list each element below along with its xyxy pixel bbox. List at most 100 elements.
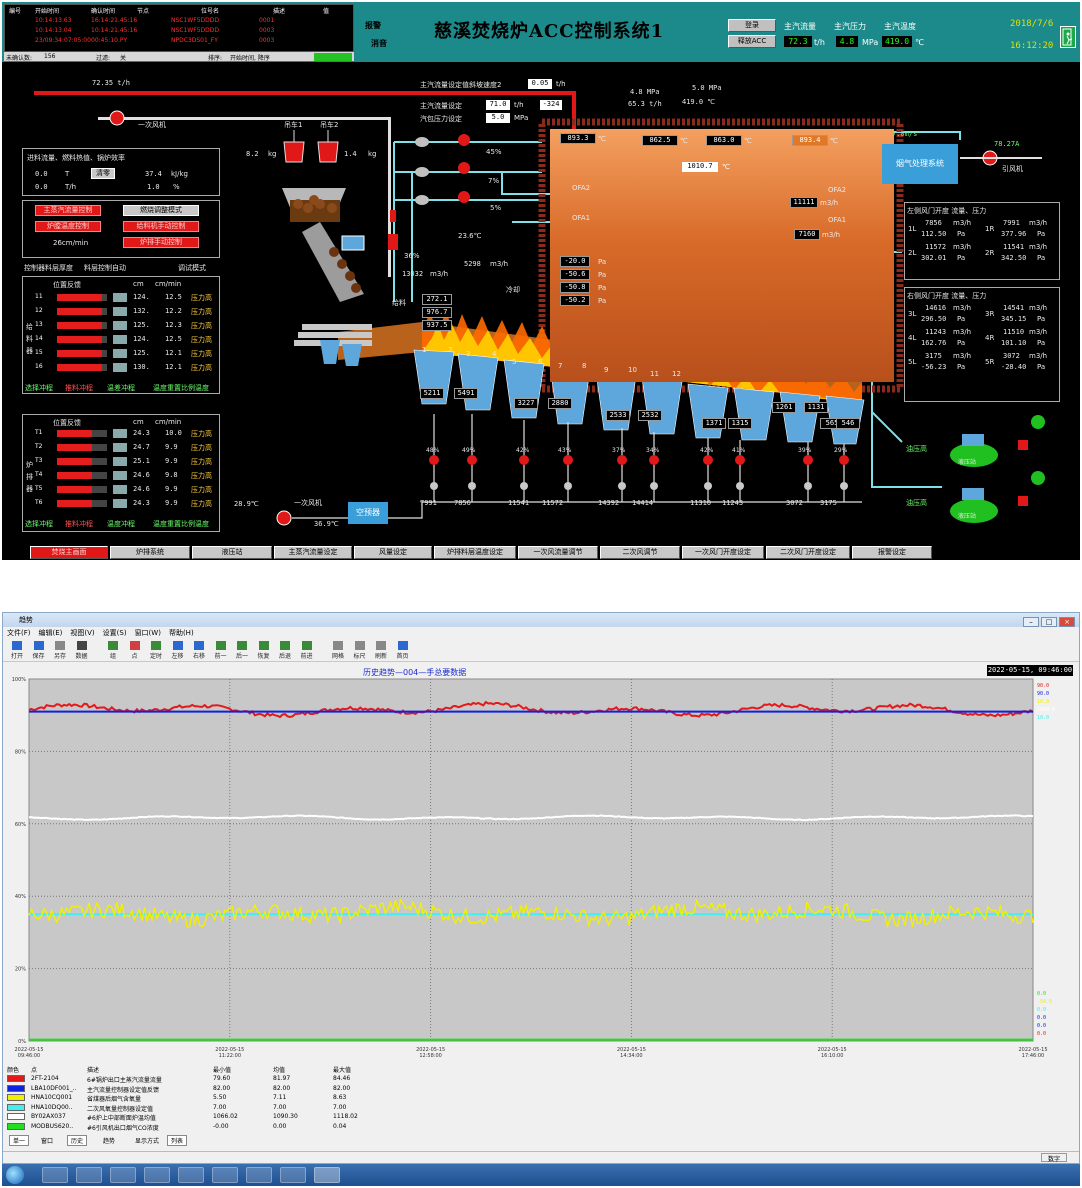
alarm-row[interactable]: 23/09:34:07:05:00 00:45:10.PY NPDC3DS01_…: [5, 37, 355, 46]
alarm-app-icon[interactable]: [178, 1167, 204, 1183]
network-icon[interactable]: [280, 1167, 306, 1183]
nav-button-8[interactable]: 一次风门开度设定: [682, 546, 764, 559]
alarm-button[interactable]: 报警: [365, 20, 381, 31]
toggle-switch[interactable]: [113, 443, 127, 452]
toggle-switch[interactable]: [113, 307, 127, 316]
position-bar-fill: [57, 322, 102, 329]
display-select[interactable]: 列表: [167, 1135, 188, 1146]
toolbar-button-10[interactable]: 后一: [232, 641, 252, 661]
position-bar: [57, 486, 107, 493]
toolbar-button-4[interactable]: 组: [103, 641, 123, 661]
trend-app-icon[interactable]: [314, 1167, 340, 1183]
legend-swatch: [7, 1113, 25, 1120]
app-icon[interactable]: [144, 1167, 170, 1183]
menu-item-0[interactable]: 文件(F): [7, 629, 31, 637]
toolbar-button-5[interactable]: 点: [125, 641, 145, 661]
position-bar: [57, 444, 107, 451]
combustion-mode-button[interactable]: 燃烧调整模式: [123, 205, 199, 216]
silence-button[interactable]: 消音: [371, 38, 387, 49]
toolbar-button-2[interactable]: 另存: [50, 641, 70, 661]
pressure-setpoint-input[interactable]: 5.0: [486, 113, 510, 123]
alarm-row[interactable]: 10:14:13.04 10:14:21.45:16 NSC1WF5DDDD 0…: [5, 27, 355, 36]
steam-flow-mode-button[interactable]: 主蒸汽流量控制: [35, 205, 101, 216]
package-icon[interactable]: [246, 1167, 272, 1183]
toolbar-button-0[interactable]: 打开: [7, 641, 27, 661]
flow-setpoint-input[interactable]: 71.0: [486, 100, 510, 110]
toggle-switch[interactable]: [113, 335, 127, 344]
clear-button[interactable]: 清零: [91, 168, 115, 179]
nav-button-1[interactable]: 炉排系统: [110, 546, 190, 559]
legend-row[interactable]: MODBUS620.. #6引风机出口烟气CO浓度 -0.00 0.00 0.04: [7, 1122, 427, 1132]
menu-item-5[interactable]: 帮助(H): [169, 629, 194, 637]
toolbar-button-7[interactable]: 左移: [168, 641, 188, 661]
maximize-button[interactable]: □: [1041, 617, 1057, 627]
monitor-icon[interactable]: [212, 1167, 238, 1183]
alarm-list[interactable]: 编号 开始时间 确认时间 节点 位号名 描述 值 10:14:13.63 16:…: [4, 4, 354, 52]
toolbar-button-11[interactable]: 恢复: [254, 641, 274, 661]
login-button[interactable]: 登录: [728, 19, 776, 32]
toggle-switch[interactable]: [113, 349, 127, 358]
nav-button-5[interactable]: 炉排料层温度设定: [434, 546, 516, 559]
toolbar-button-16[interactable]: 刷新: [371, 641, 391, 661]
nav-button-10[interactable]: 报警设定: [852, 546, 932, 559]
release-acc-button[interactable]: 释放ACC: [728, 35, 776, 48]
nav-button-7[interactable]: 二次风调节: [600, 546, 680, 559]
toolbar-button-3[interactable]: 数据: [72, 641, 92, 661]
alarm-row[interactable]: 10:14:13.63 16:14:21.45:16 NSC1WF5DDDD 0…: [5, 17, 355, 26]
nav-button-6[interactable]: 一次风流量调节: [518, 546, 598, 559]
exit-icon[interactable]: [1060, 26, 1076, 48]
run-indicator[interactable]: [314, 53, 352, 61]
toolbar-icon: [108, 641, 118, 650]
toolbar-button-13[interactable]: 前进: [297, 641, 317, 661]
toggle-switch[interactable]: [113, 499, 127, 508]
y-tick-label: 20%: [15, 967, 26, 973]
toolbar-button-1[interactable]: 保存: [29, 641, 49, 661]
toggle-switch[interactable]: [113, 363, 127, 372]
flue-gas-system[interactable]: 烟气处理系统: [882, 144, 958, 184]
flow-sp-extra[interactable]: -324: [540, 100, 562, 110]
legend-row[interactable]: HNA10DQ00.. 二次风氧量控制器设定值 7.00 7.00 7.00: [7, 1103, 427, 1113]
minimize-button[interactable]: –: [1023, 617, 1039, 627]
nav-button-2[interactable]: 液压站: [192, 546, 272, 559]
nav-button-4[interactable]: 风量设定: [354, 546, 432, 559]
nav-button-9[interactable]: 二次风门开度设定: [766, 546, 850, 559]
menu-item-2[interactable]: 视图(V): [70, 629, 94, 637]
preheater-box[interactable]: 空预器: [348, 502, 388, 524]
toggle-switch[interactable]: [113, 471, 127, 480]
toggle-switch[interactable]: [113, 293, 127, 302]
ie-icon[interactable]: [42, 1167, 68, 1183]
toolbar-button-9[interactable]: 前一: [211, 641, 231, 661]
toggle-switch[interactable]: [113, 457, 127, 466]
mode-select[interactable]: 单一: [9, 1135, 30, 1146]
toolbar-button-17[interactable]: 首页: [393, 641, 413, 661]
pressure-3: -50.8: [560, 282, 590, 293]
legend-row[interactable]: HNA10CQ001 省煤器后烟气含氧量 5.50 7.11 8.63: [7, 1094, 427, 1103]
close-button[interactable]: ×: [1059, 617, 1075, 627]
folder-icon[interactable]: [76, 1167, 102, 1183]
grate-manual-button[interactable]: 炉排手动控制: [123, 237, 199, 248]
nav-button-3[interactable]: 主蒸汽流量设定: [274, 546, 352, 559]
toggle-switch[interactable]: [113, 429, 127, 438]
toolbar-button-8[interactable]: 右移: [189, 641, 209, 661]
trend-chart[interactable]: 100%80%60%40%20%0%2022-05-1509:46:002022…: [3, 675, 1079, 1063]
nav-button-0[interactable]: 焚烧主画面: [30, 546, 108, 559]
steam-setpoint-input[interactable]: 0.05: [528, 79, 552, 89]
toggle-switch[interactable]: [113, 485, 127, 494]
feeder-manual-button[interactable]: 给料机手动控制: [123, 221, 199, 232]
menu-item-3[interactable]: 设置(S): [103, 629, 127, 637]
start-button[interactable]: [6, 1166, 24, 1184]
legend-row[interactable]: LBA10DF001_.. 主汽流量控制器设定值反馈 82.00 82.00 82.00: [7, 1084, 427, 1094]
history-select[interactable]: 历史: [67, 1135, 88, 1146]
toolbar-button-6[interactable]: 定时: [146, 641, 166, 661]
toolbar-button-14[interactable]: 网格: [328, 641, 348, 661]
media-icon[interactable]: [110, 1167, 136, 1183]
toolbar-button-12[interactable]: 后退: [275, 641, 295, 661]
menu-item-4[interactable]: 窗口(W): [135, 629, 161, 637]
legend-row[interactable]: 2FT-2104 6#锅炉出口主蒸汽流量流量 79.60 81.97 84.46: [7, 1075, 427, 1084]
furnace-temp-mode-button[interactable]: 炉膛温度控制: [35, 221, 101, 232]
toolbar-button-15[interactable]: 标尺: [350, 641, 370, 661]
damper-row: 4L 11243 m3/h 162.76 Pa 4R 11510 m3/h 101.10 Pa: [908, 328, 1048, 347]
legend-row[interactable]: BY02AX037 #6炉上中部断面炉温均值 1066.02 1090.30 1118.…: [7, 1113, 427, 1122]
toggle-switch[interactable]: [113, 321, 127, 330]
menu-item-1[interactable]: 编辑(E): [39, 629, 63, 637]
